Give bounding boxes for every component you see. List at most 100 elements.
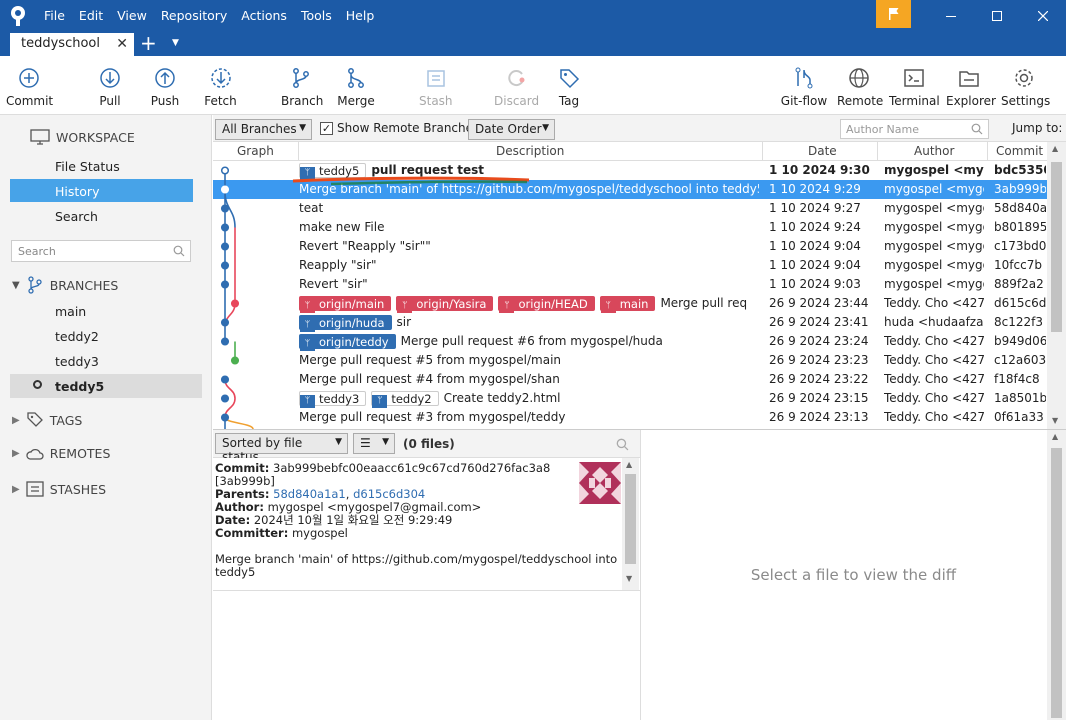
scroll-up-icon[interactable]: ▲	[626, 460, 632, 469]
branch-button[interactable]: Branch	[281, 66, 323, 108]
commit-node[interactable]	[230, 299, 240, 308]
commit-node[interactable]	[220, 185, 230, 194]
commit-node[interactable]	[220, 223, 230, 232]
commit-node[interactable]	[220, 261, 230, 270]
close-window-button[interactable]	[1020, 0, 1066, 31]
branch-badge[interactable]: ᛘ origin/HEAD	[498, 296, 595, 313]
commit-node[interactable]	[220, 337, 230, 346]
branch-badge[interactable]: ᛘ teddy2	[371, 391, 439, 408]
menu-help[interactable]: Help	[346, 7, 375, 25]
commit-row[interactable]: Merge pull request #4 from mygospel/shan…	[213, 370, 1047, 389]
sidebar-search-input[interactable]: Search	[11, 240, 191, 262]
col-date[interactable]: Date	[808, 144, 837, 158]
commit-node[interactable]	[220, 318, 230, 327]
branch-badge[interactable]: ᛘ origin/Yasira	[396, 296, 494, 313]
commit-row[interactable]: ᛘ origin/huda sir 26 9 2024 23:41 huda <huda…	[213, 313, 1047, 332]
settings-button[interactable]: Settings	[1001, 66, 1050, 108]
stashes-header[interactable]: ▶ STASHES	[12, 481, 106, 497]
gitflow-button[interactable]: Git-flow	[780, 66, 828, 108]
tag-button[interactable]: Tag	[556, 66, 582, 108]
branch-item-teddy5-label[interactable]: teddy5	[55, 379, 104, 394]
commit-row[interactable]: Revert "sir" 1 10 2024 9:03 mygospel <mygo…	[213, 275, 1047, 294]
sort-dropdown[interactable]: Sorted by file status ▼	[215, 433, 348, 464]
remote-button[interactable]: Remote	[837, 66, 883, 108]
commit-row[interactable]: Merge pull request #3 from mygospel/tedd…	[213, 408, 1047, 427]
author-filter-input[interactable]: Author Name	[840, 119, 989, 139]
scroll-up-icon[interactable]: ▲	[1052, 144, 1058, 153]
menu-edit[interactable]: Edit	[79, 7, 103, 25]
stash-button[interactable]: Stash	[419, 66, 453, 108]
branch-badge[interactable]: ᛘ teddy3	[299, 391, 367, 408]
col-graph[interactable]: Graph	[237, 144, 274, 158]
menu-actions[interactable]: Actions	[241, 7, 287, 25]
merge-button[interactable]: Merge	[337, 66, 375, 108]
tab-close-icon[interactable]: ✕	[116, 36, 128, 52]
commit-node[interactable]	[220, 204, 230, 213]
commit-row[interactable]: ᛘ origin/main ᛘ origin/Yasira ᛘ origin/HEAD ᛘ m…	[213, 294, 1047, 313]
maximize-button[interactable]	[974, 0, 1020, 31]
scroll-up-icon[interactable]: ▲	[1052, 432, 1058, 441]
commit-row[interactable]: Reapply "sir" 1 10 2024 9:04 mygospel <myg…	[213, 256, 1047, 275]
show-remote-checkbox[interactable]: ✓ Show Remote Branches	[320, 121, 479, 135]
scrollbar-thumb[interactable]	[625, 474, 636, 564]
scrollbar-thumb[interactable]	[1051, 448, 1062, 718]
commit-node[interactable]	[220, 413, 230, 422]
explorer-button[interactable]: Explorer	[946, 66, 996, 108]
commit-row[interactable]: teat 1 10 2024 9:27 mygospel <mygos 58d840a	[213, 199, 1047, 218]
sidebar-item-history-label[interactable]: History	[55, 184, 99, 199]
parent-link-2[interactable]: d615c6d304	[353, 487, 425, 501]
menu-view[interactable]: View	[117, 7, 147, 25]
branch-badge[interactable]: ᛘ origin/main	[299, 296, 392, 313]
commit-node[interactable]	[230, 356, 240, 365]
scroll-down-icon[interactable]: ▼	[626, 574, 632, 583]
col-description[interactable]: Description	[496, 144, 564, 158]
tab-dropdown-icon[interactable]: ▼	[172, 38, 179, 48]
branch-item-teddy3[interactable]: teddy3	[55, 354, 99, 369]
menu-repository[interactable]: Repository	[161, 7, 227, 25]
new-tab-button[interactable]: +	[140, 32, 157, 54]
commit-node[interactable]	[220, 280, 230, 289]
commit-row[interactable]: ᛘ teddy3 ᛘ teddy2 Create teddy2.html 26 9 202…	[213, 389, 1047, 408]
view-mode-dropdown[interactable]: ☰ ▼	[353, 433, 395, 454]
branch-filter-dropdown[interactable]: All Branches ▼	[215, 119, 312, 140]
flag-button[interactable]	[876, 0, 911, 28]
order-dropdown[interactable]: Date Order ▼	[468, 119, 555, 140]
col-author[interactable]: Author	[914, 144, 954, 158]
col-commit[interactable]: Commit	[996, 144, 1043, 158]
branch-item-teddy2[interactable]: teddy2	[55, 329, 99, 344]
commit-node[interactable]	[220, 166, 230, 175]
menu-file[interactable]: File	[44, 7, 65, 25]
commit-node[interactable]	[220, 394, 230, 403]
sidebar-item-search[interactable]: Search	[55, 209, 98, 224]
tab-teddyschool[interactable]: teddyschool ✕	[10, 33, 134, 56]
branches-header[interactable]: ▼ BRANCHES	[12, 276, 118, 294]
commit-node[interactable]	[220, 375, 230, 384]
commit-row[interactable]: make new File 1 10 2024 9:24 mygospel <myg…	[213, 218, 1047, 237]
menu-tools[interactable]: Tools	[301, 7, 332, 25]
terminal-button[interactable]: Terminal	[889, 66, 940, 108]
diff-scrollbar[interactable]: ▲	[1047, 430, 1066, 720]
commit-button[interactable]: Commit	[6, 66, 53, 108]
discard-button[interactable]: Discard	[494, 66, 539, 108]
commit-row[interactable]: Revert "Reapply "sir"" 1 10 2024 9:04 mygo…	[213, 237, 1047, 256]
commit-row[interactable]: ᛘ origin/teddy Merge pull request #6 from …	[213, 332, 1047, 351]
graph-scrollbar[interactable]: ▲ ▼	[1047, 142, 1066, 430]
parent-link-1[interactable]: 58d840a1a1	[273, 487, 346, 501]
scroll-down-icon[interactable]: ▼	[1052, 416, 1058, 425]
commit-row[interactable]: Merge pull request #5 from mygospel/main…	[213, 351, 1047, 370]
pull-button[interactable]: Pull	[95, 66, 125, 108]
fetch-button[interactable]: Fetch	[204, 66, 237, 108]
sidebar-item-file-status[interactable]: File Status	[55, 159, 120, 174]
search-icon[interactable]	[616, 438, 629, 451]
branch-badge[interactable]: ᛘ origin/teddy	[299, 334, 396, 351]
minimize-button[interactable]	[928, 0, 974, 31]
sidebar-item-history[interactable]	[10, 179, 193, 202]
branch-badge[interactable]: ᛘ main	[599, 296, 656, 313]
branch-item-main[interactable]: main	[55, 304, 86, 319]
tags-header[interactable]: ▶ TAGS	[12, 411, 82, 429]
branch-badge[interactable]: ᛘ origin/huda	[299, 315, 392, 332]
scrollbar-thumb[interactable]	[1051, 162, 1062, 332]
push-button[interactable]: Push	[150, 66, 180, 108]
remotes-header[interactable]: ▶ REMOTES	[12, 446, 110, 461]
details-scrollbar[interactable]: ▲ ▼	[622, 458, 639, 590]
